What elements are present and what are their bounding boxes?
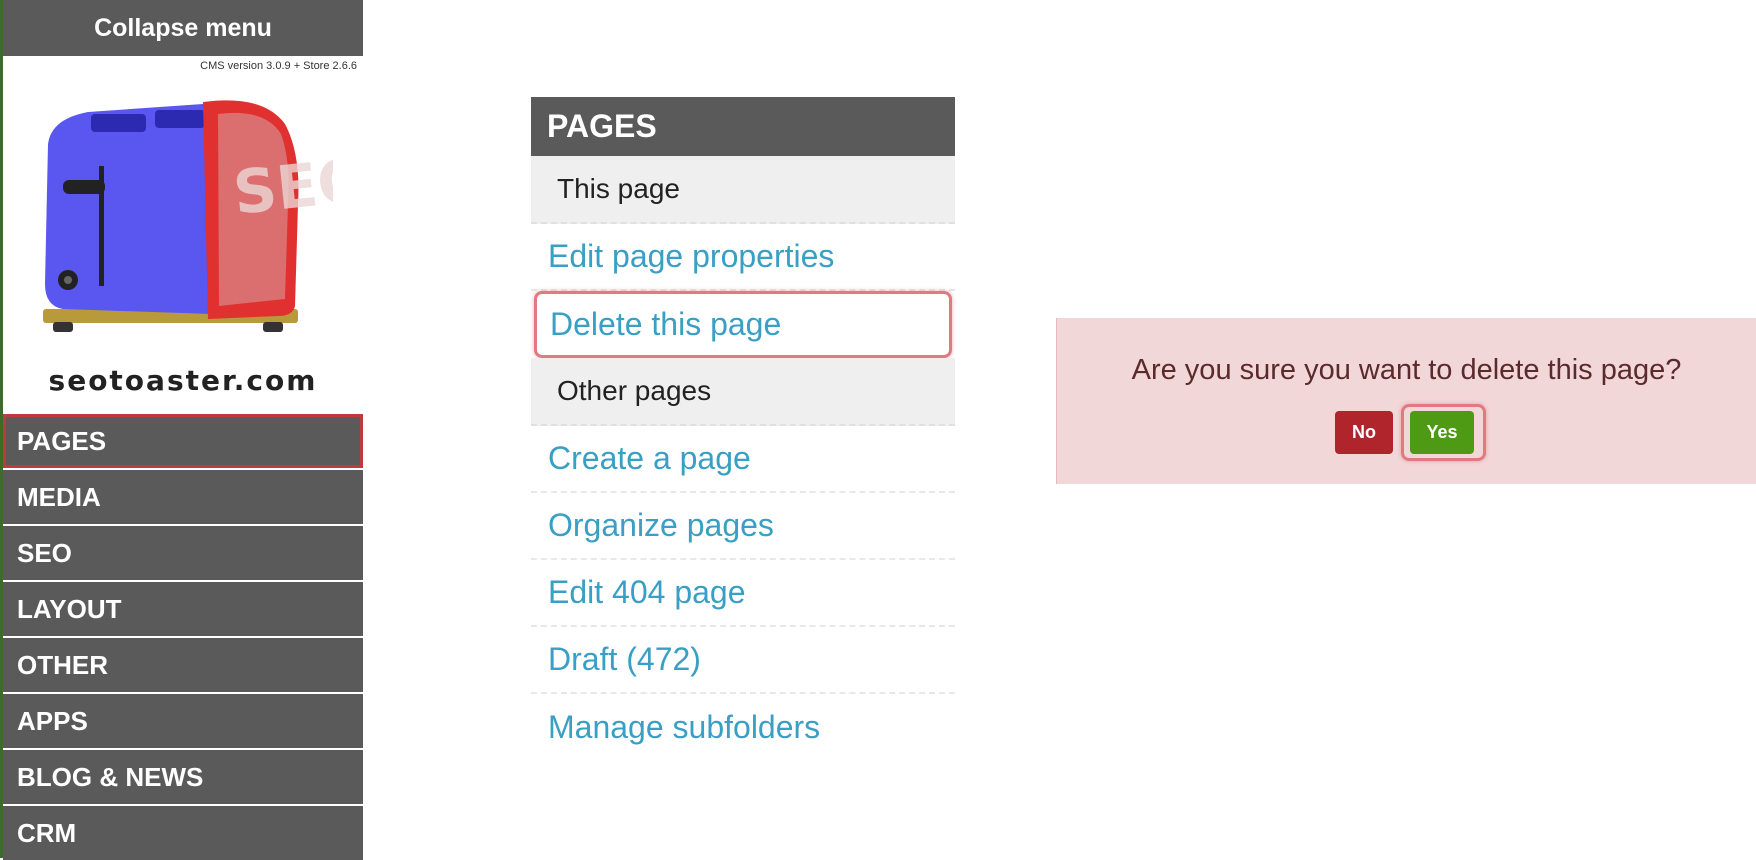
yes-button[interactable]: Yes [1410, 411, 1474, 454]
drafts-link[interactable]: Draft (472) [531, 627, 955, 694]
menu-item-blog-news[interactable]: BLOG & NEWS [3, 750, 363, 804]
menu-item-seo[interactable]: SEO [3, 526, 363, 580]
menu-item-media[interactable]: MEDIA [3, 470, 363, 524]
admin-sidebar: Collapse menu CMS version 3.0.9 + Store … [0, 0, 363, 860]
admin-menu: PAGES MEDIA SEO LAYOUT OTHER APPS BLOG &… [3, 414, 363, 860]
edit-page-properties-link[interactable]: Edit page properties [531, 224, 955, 291]
confirm-message: Are you sure you want to delete this pag… [1131, 354, 1682, 386]
collapse-menu-button[interactable]: Collapse menu [3, 0, 363, 56]
pages-panel: PAGES This page Edit page properties Del… [531, 97, 955, 761]
yes-button-highlight: Yes [1401, 404, 1486, 461]
cms-version: CMS version 3.0.9 + Store 2.6.6 [200, 60, 357, 72]
section-this-page: This page [531, 156, 955, 224]
panel-title: PAGES [531, 97, 955, 156]
menu-item-other[interactable]: OTHER [3, 638, 363, 692]
toaster-logo-icon: SEO [43, 100, 333, 332]
menu-item-crm[interactable]: CRM [3, 806, 363, 860]
no-button[interactable]: No [1335, 411, 1393, 454]
menu-item-apps[interactable]: APPS [3, 694, 363, 748]
menu-item-layout[interactable]: LAYOUT [3, 582, 363, 636]
toaster-seo-text: SEO [230, 145, 333, 229]
menu-item-pages[interactable]: PAGES [3, 414, 363, 468]
section-other-pages: Other pages [531, 358, 955, 426]
delete-confirm-dialog: Are you sure you want to delete this pag… [1056, 318, 1756, 484]
delete-this-page-link[interactable]: Delete this page [534, 291, 952, 358]
seotoaster-logo: SEO seotoaster.com [3, 76, 363, 414]
create-page-link[interactable]: Create a page [531, 426, 955, 493]
manage-subfolders-link[interactable]: Manage subfolders [531, 694, 955, 761]
edit-404-page-link[interactable]: Edit 404 page [531, 560, 955, 627]
logo-domain: seotoaster.com [48, 364, 318, 397]
organize-pages-link[interactable]: Organize pages [531, 493, 955, 560]
